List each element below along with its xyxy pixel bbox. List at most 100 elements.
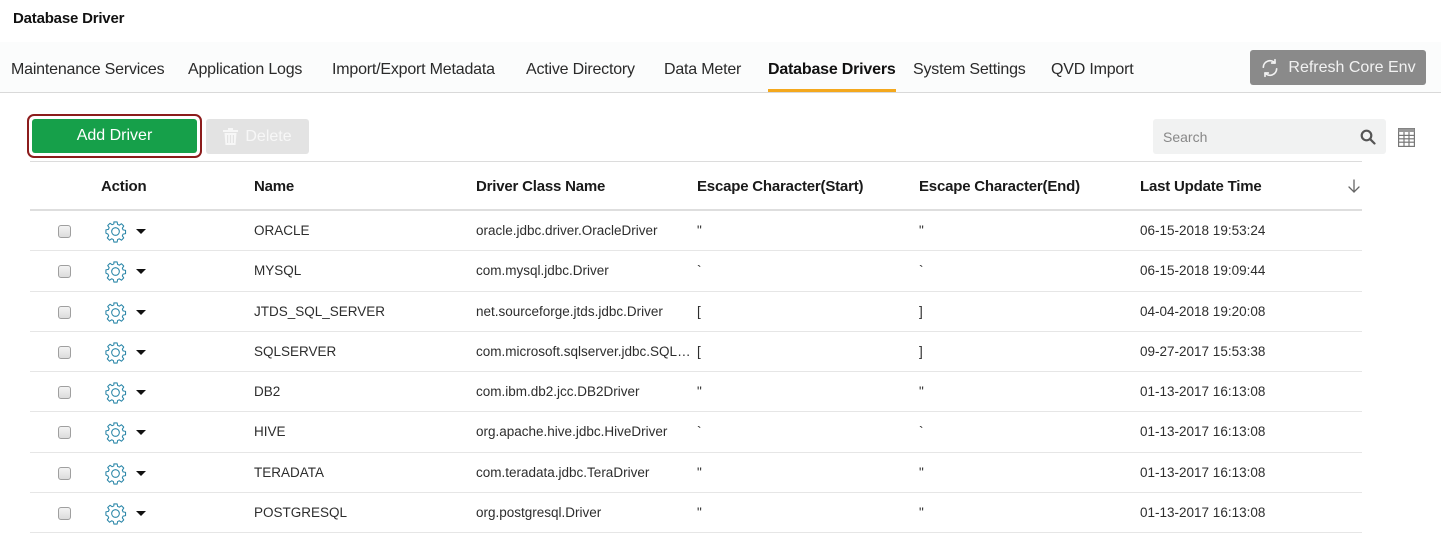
drivers-table: Action Name Driver Class Name Escape Cha… — [30, 161, 1362, 534]
cell-driver-class: oracle.jdbc.driver.OracleDriver — [476, 223, 658, 238]
column-header-name[interactable]: Name — [254, 178, 294, 195]
cell-escape-start: " — [697, 505, 702, 521]
tab-database-drivers[interactable]: Database Drivers — [768, 61, 896, 92]
row-checkbox[interactable] — [58, 265, 71, 279]
table-row[interactable]: HIVE org.apache.hive.jdbc.HiveDriver ` `… — [30, 412, 1362, 453]
action-dropdown-caret[interactable] — [136, 269, 146, 275]
search-input[interactable] — [1163, 128, 1360, 145]
row-checkbox[interactable] — [58, 305, 71, 319]
cell-escape-end: ] — [919, 303, 923, 319]
cell-escape-end: ] — [919, 343, 923, 359]
action-dropdown-caret[interactable] — [136, 349, 146, 355]
row-checkbox[interactable] — [58, 386, 71, 400]
gear-icon[interactable] — [104, 341, 127, 364]
refresh-core-env-label: Refresh Core Env — [1288, 58, 1416, 76]
row-checkbox[interactable] — [58, 507, 71, 521]
table-body: ORACLE oracle.jdbc.driver.OracleDriver "… — [30, 211, 1362, 534]
cell-escape-end: " — [919, 384, 924, 400]
action-dropdown-caret[interactable] — [136, 511, 146, 517]
cell-name: ORACLE — [254, 223, 310, 238]
column-header-action: Action — [101, 178, 147, 195]
gear-icon[interactable] — [104, 462, 127, 485]
cell-escape-start: " — [697, 223, 702, 238]
tab-system-settings[interactable]: System Settings — [913, 61, 1026, 79]
table-row[interactable]: POSTGRESQL org.postgresql.Driver " " 01-… — [30, 493, 1362, 534]
add-driver-button[interactable]: Add Driver — [32, 119, 197, 153]
action-dropdown-caret[interactable] — [136, 390, 146, 396]
cell-escape-start: " — [697, 464, 702, 480]
action-dropdown-caret[interactable] — [136, 470, 146, 476]
cell-escape-start: ` — [697, 424, 702, 440]
tab-application-logs[interactable]: Application Logs — [188, 61, 302, 79]
row-checkbox[interactable] — [58, 426, 71, 440]
cell-last-update: 09-27-2017 15:53:38 — [1140, 343, 1266, 359]
cell-last-update: 06-15-2018 19:53:24 — [1140, 223, 1266, 238]
page-title: Database Driver — [13, 10, 125, 27]
cell-escape-end: ` — [919, 263, 924, 279]
cell-driver-class: org.postgresql.Driver — [476, 505, 602, 521]
gear-icon[interactable] — [104, 301, 127, 324]
trash-icon — [223, 128, 239, 145]
cell-driver-class: com.teradata.jdbc.TeraDriver — [476, 464, 650, 480]
cell-escape-end: " — [919, 464, 924, 480]
sort-descending-icon[interactable] — [1347, 179, 1361, 193]
cell-last-update: 06-15-2018 19:09:44 — [1140, 263, 1266, 279]
table-row[interactable]: ORACLE oracle.jdbc.driver.OracleDriver "… — [30, 211, 1362, 252]
search-icon[interactable] — [1360, 129, 1376, 145]
tab-maintenance-services[interactable]: Maintenance Services — [11, 61, 165, 79]
cell-last-update: 01-13-2017 16:13:08 — [1140, 424, 1266, 440]
cell-last-update: 01-13-2017 16:13:08 — [1140, 464, 1266, 480]
cell-escape-end: ` — [919, 424, 924, 440]
table-row[interactable]: SQLSERVER com.microsoft.sqlserver.jdbc.S… — [30, 332, 1362, 373]
row-checkbox[interactable] — [58, 466, 71, 480]
cell-driver-class: com.microsoft.sqlserver.jdbc.SQLS… — [476, 343, 696, 359]
cell-name: MYSQL — [254, 263, 302, 279]
action-dropdown-caret[interactable] — [136, 309, 146, 315]
cell-escape-start: ` — [697, 263, 702, 279]
cell-last-update: 01-13-2017 16:13:08 — [1140, 505, 1266, 521]
cell-driver-class: com.ibm.db2.jcc.DB2Driver — [476, 384, 640, 400]
cell-driver-class: com.mysql.jdbc.Driver — [476, 263, 609, 279]
gear-icon[interactable] — [104, 381, 127, 404]
cell-name: HIVE — [254, 424, 286, 440]
action-dropdown-caret[interactable] — [136, 229, 146, 234]
table-row[interactable]: MYSQL com.mysql.jdbc.Driver ` ` 06-15-20… — [30, 251, 1362, 292]
gear-icon[interactable] — [104, 421, 127, 445]
row-checkbox[interactable] — [58, 225, 71, 238]
column-header-escape-end[interactable]: Escape Character(End) — [919, 178, 1080, 195]
add-driver-focus-outline: Add Driver — [27, 114, 202, 158]
cell-escape-end: " — [919, 223, 924, 238]
tab-bar: Maintenance Services Application Logs Im… — [0, 42, 1441, 93]
tab-qvd-import[interactable]: QVD Import — [1051, 61, 1134, 79]
table-row[interactable]: TERADATA com.teradata.jdbc.TeraDriver " … — [30, 453, 1362, 494]
column-header-last-update[interactable]: Last Update Time — [1140, 178, 1262, 195]
column-header-driver-class[interactable]: Driver Class Name — [476, 178, 605, 195]
cell-escape-start: [ — [697, 343, 701, 359]
action-dropdown-caret[interactable] — [136, 430, 146, 436]
cell-name: JTDS_SQL_SERVER — [254, 303, 386, 319]
cell-last-update: 01-13-2017 16:13:08 — [1140, 384, 1266, 400]
cell-name: TERADATA — [254, 464, 325, 480]
cell-escape-start: " — [697, 384, 702, 400]
table-row[interactable]: DB2 com.ibm.db2.jcc.DB2Driver " " 01-13-… — [30, 372, 1362, 413]
column-chooser-icon[interactable] — [1398, 128, 1415, 147]
delete-button[interactable]: Delete — [206, 119, 309, 154]
tab-import-export-metadata[interactable]: Import/Export Metadata — [332, 61, 495, 79]
table-row[interactable]: JTDS_SQL_SERVER net.sourceforge.jtds.jdb… — [30, 292, 1362, 332]
column-header-escape-start[interactable]: Escape Character(Start) — [697, 178, 864, 195]
tab-data-meter[interactable]: Data Meter — [664, 61, 741, 79]
table-header: Action Name Driver Class Name Escape Cha… — [30, 162, 1362, 211]
tab-active-directory[interactable]: Active Directory — [526, 61, 635, 79]
cell-last-update: 04-04-2018 19:20:08 — [1140, 303, 1266, 319]
row-checkbox[interactable] — [58, 345, 71, 359]
cell-name: DB2 — [254, 384, 281, 400]
cell-driver-class: net.sourceforge.jtds.jdbc.Driver — [476, 303, 663, 319]
gear-icon[interactable] — [104, 260, 127, 283]
cell-escape-start: [ — [697, 303, 701, 319]
refresh-core-env-button[interactable]: Refresh Core Env — [1250, 50, 1426, 85]
cell-name: POSTGRESQL — [254, 505, 348, 521]
delete-label: Delete — [245, 127, 292, 145]
gear-icon[interactable] — [104, 220, 127, 243]
refresh-icon — [1262, 58, 1278, 77]
gear-icon[interactable] — [104, 502, 127, 525]
